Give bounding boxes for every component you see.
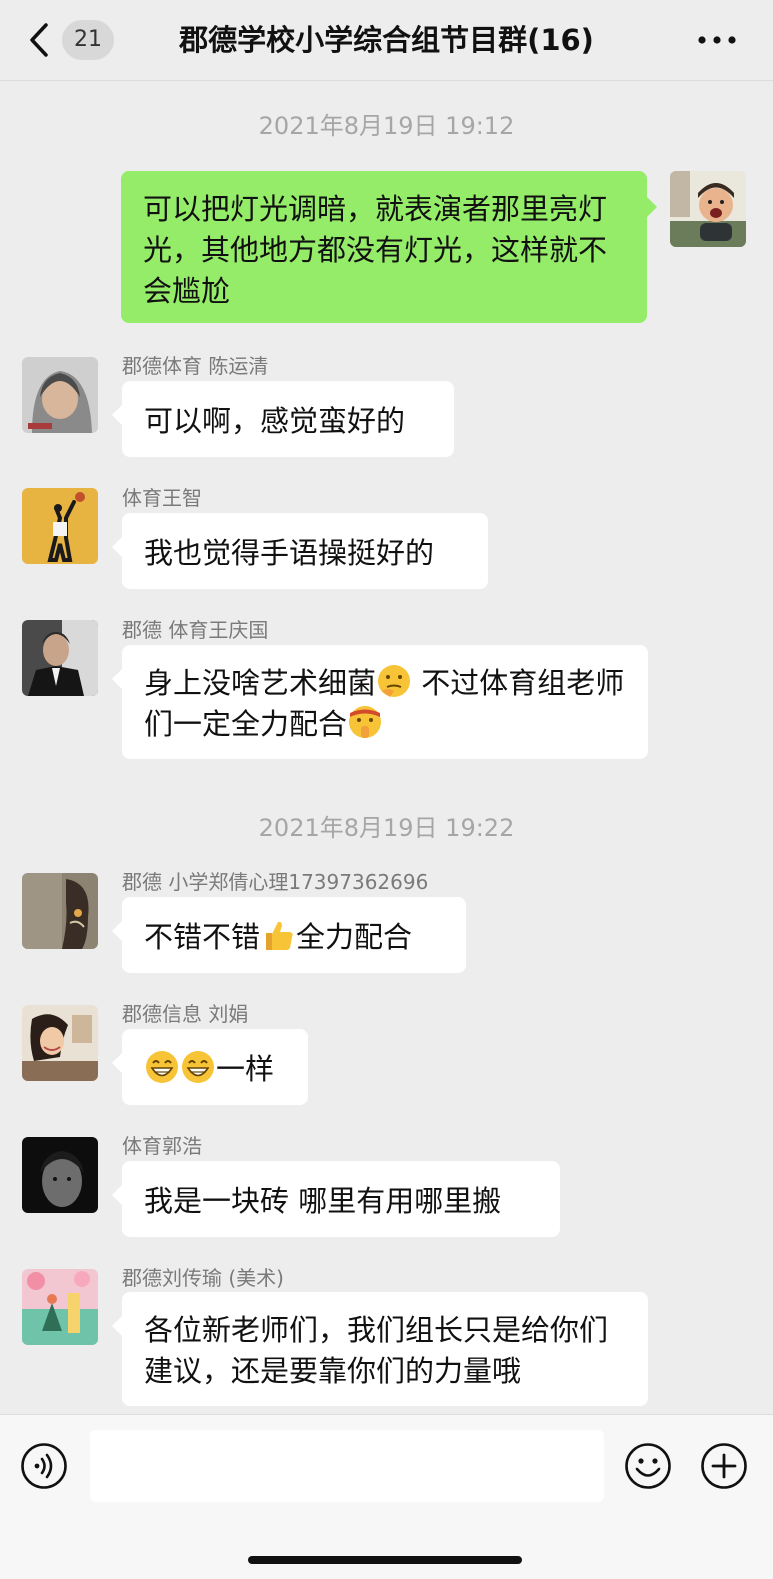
sender-name: 郡德刘传瑜 (美术) bbox=[122, 1266, 284, 1290]
message-bubble-self[interactable]: 可以把灯光调暗，就表演者那里亮灯光，其他地方都没有灯光，这样就不会尴尬 bbox=[121, 171, 657, 323]
avatar-self[interactable] bbox=[670, 171, 746, 247]
message-text: 可以把灯光调暗，就表演者那里亮灯光，其他地方都没有灯光，这样就不会尴尬 bbox=[143, 192, 608, 308]
message-text: 我也觉得手语操挺好的 bbox=[144, 536, 435, 570]
avatar[interactable] bbox=[22, 620, 98, 696]
child-photo-avatar bbox=[670, 171, 746, 247]
message-bubble[interactable]: 可以啊，感觉蛮好的 bbox=[112, 381, 454, 457]
message-text: 我是一块砖 哪里有用哪里搬 bbox=[144, 1184, 502, 1218]
message-text: 不错不错 bbox=[144, 920, 261, 954]
message-text: 各位新老师们，我们组长只是给你们建议，还是要靠你们的力量哦 bbox=[144, 1313, 609, 1388]
thinking-face-emoji bbox=[376, 663, 412, 699]
timestamp: 2021年8月19日 19:12 bbox=[258, 112, 515, 140]
avatar[interactable] bbox=[22, 488, 98, 564]
timestamp: 2021年8月19日 19:22 bbox=[258, 814, 515, 842]
grinning-face-emoji bbox=[144, 1049, 180, 1085]
sender-name: 郡德 体育王庆国 bbox=[122, 618, 269, 642]
message-bubble[interactable]: 我是一块砖 哪里有用哪里搬 bbox=[112, 1161, 560, 1237]
avatar[interactable] bbox=[22, 1137, 98, 1213]
emoji-button[interactable] bbox=[624, 1442, 672, 1490]
message-text: 全力配合 bbox=[296, 920, 413, 954]
sender-name: 郡德 小学郑倩心理17397362696 bbox=[122, 870, 429, 894]
home-indicator bbox=[248, 1556, 522, 1564]
more-button[interactable] bbox=[694, 22, 740, 58]
message-bubble[interactable]: 身上没啥艺术细菌 不过体育组老师们一定全力配合 bbox=[112, 645, 648, 759]
shushing-face-emoji bbox=[347, 704, 383, 740]
avatar[interactable] bbox=[22, 1269, 98, 1345]
emoji-icon bbox=[625, 1443, 671, 1489]
voice-button[interactable] bbox=[20, 1442, 68, 1490]
message-text: 可以啊，感觉蛮好的 bbox=[144, 404, 406, 438]
sender-name: 体育郭浩 bbox=[122, 1134, 202, 1158]
sender-name: 郡德信息 刘娟 bbox=[122, 1002, 249, 1026]
message-text: 一样 bbox=[216, 1052, 275, 1086]
back-button[interactable] bbox=[22, 18, 58, 62]
chat-title: 郡德学校小学综合组节目群(16) bbox=[179, 23, 594, 57]
message-bubble[interactable]: 我也觉得手语操挺好的 bbox=[112, 513, 488, 589]
message-bubble[interactable]: 一样 bbox=[112, 1029, 308, 1105]
thumbs-up-emoji bbox=[260, 917, 296, 953]
message-text: 身上没啥艺术细菌 bbox=[144, 666, 377, 700]
avatar[interactable] bbox=[22, 1005, 98, 1081]
more-icon bbox=[698, 36, 736, 44]
avatar[interactable] bbox=[22, 357, 98, 433]
plus-button[interactable] bbox=[700, 1442, 748, 1490]
sender-name: 郡德体育 陈运清 bbox=[122, 354, 269, 378]
unread-count-badge[interactable]: 21 bbox=[62, 20, 114, 60]
plus-icon bbox=[701, 1443, 747, 1489]
message-bubble[interactable]: 各位新老师们，我们组长只是给你们建议，还是要靠你们的力量哦 bbox=[112, 1292, 648, 1406]
grinning-face-emoji bbox=[180, 1049, 216, 1085]
sender-name: 体育王智 bbox=[122, 486, 202, 510]
voice-icon bbox=[21, 1443, 67, 1489]
chevron-left-icon bbox=[30, 23, 48, 57]
message-input[interactable] bbox=[90, 1430, 604, 1502]
message-bubble[interactable]: 不错不错 全力配合 bbox=[112, 897, 466, 973]
avatar[interactable] bbox=[22, 873, 98, 949]
chat-header: 21 郡德学校小学综合组节目群(16) bbox=[0, 0, 773, 81]
